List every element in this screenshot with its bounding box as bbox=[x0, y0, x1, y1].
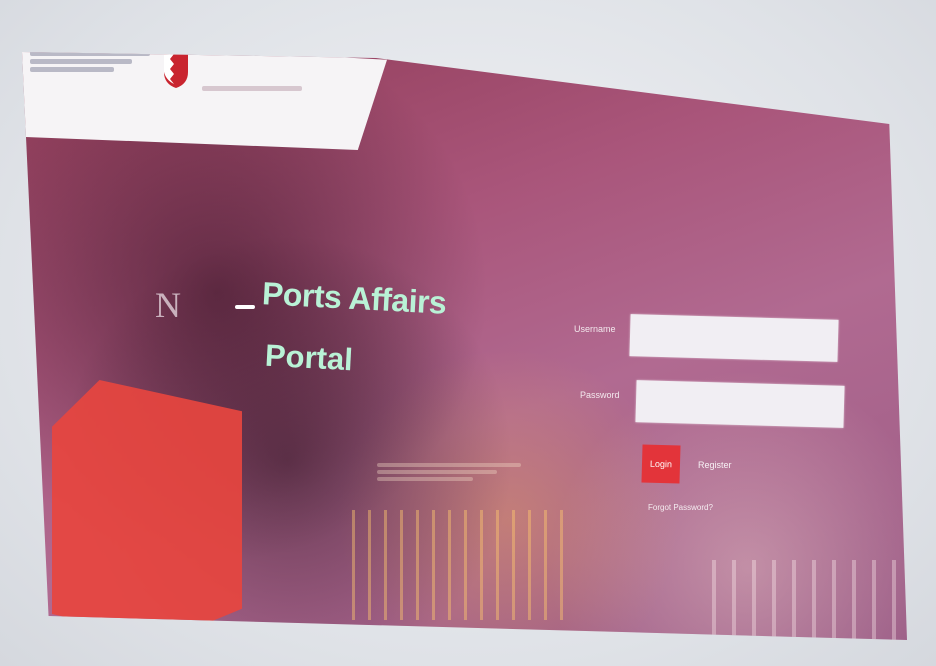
bahrain-emblem-icon bbox=[164, 54, 188, 88]
city-lights-left bbox=[352, 510, 572, 620]
red-hexagon-decoration bbox=[52, 380, 242, 640]
ministry-logo-subline bbox=[202, 86, 302, 91]
background-letter-decoration: N bbox=[155, 285, 181, 325]
register-link[interactable]: Register bbox=[698, 460, 732, 470]
username-label: Username bbox=[574, 324, 616, 334]
password-label: Password bbox=[580, 390, 620, 400]
background-caption-decoration bbox=[377, 460, 537, 484]
portal-title-line2: Portal bbox=[264, 337, 354, 378]
city-lights-right bbox=[712, 560, 902, 640]
title-dash bbox=[235, 305, 255, 309]
login-button[interactable]: Login bbox=[641, 444, 681, 484]
forgot-password-link[interactable]: Forgot Password? bbox=[648, 503, 713, 512]
password-input[interactable] bbox=[635, 380, 845, 428]
username-input[interactable] bbox=[629, 314, 839, 362]
projected-screen: N Ports Affairs Portal Username Password… bbox=[22, 52, 907, 640]
